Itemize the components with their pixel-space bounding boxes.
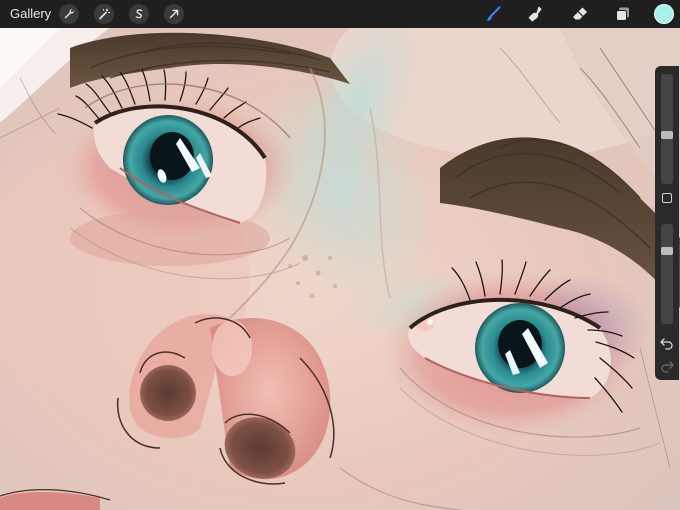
- modify-square-button[interactable]: [662, 193, 672, 203]
- opacity-thumb[interactable]: [661, 247, 673, 255]
- top-toolbar: Gallery: [0, 0, 680, 28]
- wrench-icon[interactable]: [59, 4, 79, 24]
- opacity-slider[interactable]: [661, 224, 673, 324]
- smudge-icon[interactable]: [526, 4, 548, 24]
- magic-wand-icon[interactable]: [94, 4, 114, 24]
- transform-arrow-icon[interactable]: [164, 4, 184, 24]
- drawing-canvas[interactable]: [0, 28, 680, 510]
- undo-icon[interactable]: [659, 336, 675, 350]
- selection-s-icon[interactable]: [129, 4, 149, 24]
- redo-icon[interactable]: [659, 359, 675, 373]
- brush-size-thumb[interactable]: [661, 131, 673, 139]
- color-picker-swatch[interactable]: [654, 4, 674, 24]
- painting-artwork: [0, 28, 680, 510]
- gallery-button[interactable]: Gallery: [10, 6, 51, 22]
- brush-icon[interactable]: [482, 4, 504, 24]
- brush-size-slider[interactable]: [661, 74, 673, 184]
- layers-icon[interactable]: [612, 4, 634, 24]
- eraser-icon[interactable]: [569, 4, 591, 24]
- brush-sidebar: [655, 66, 679, 380]
